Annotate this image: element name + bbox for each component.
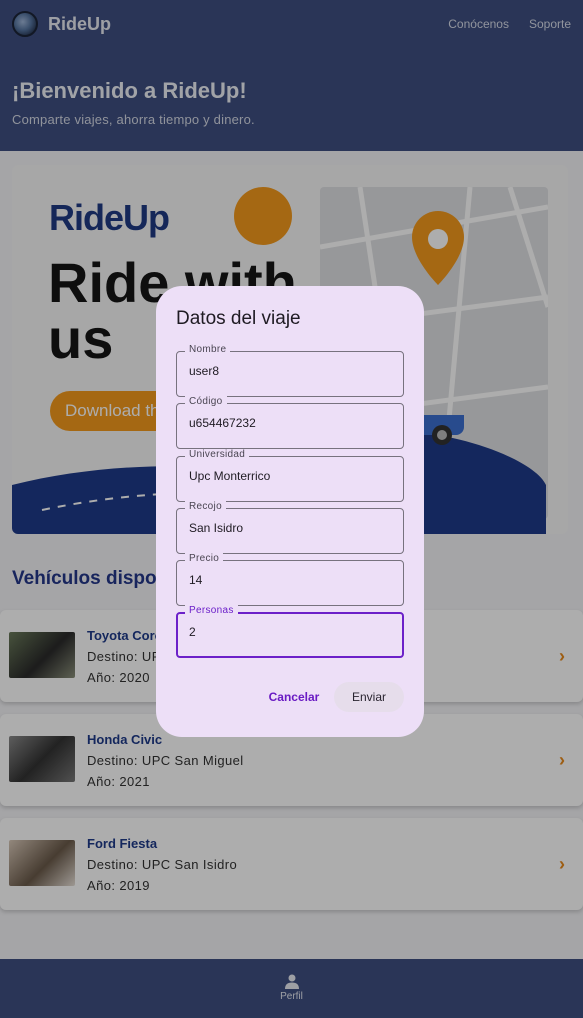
cancel-button[interactable]: Cancelar [264, 682, 324, 712]
code-field[interactable]: Código [176, 396, 404, 449]
send-button[interactable]: Enviar [334, 682, 404, 712]
price-input[interactable] [189, 573, 389, 587]
field-label: Recojo [185, 501, 226, 512]
people-input[interactable] [189, 625, 389, 639]
name-field[interactable]: Nombre [176, 344, 404, 397]
field-label: Universidad [185, 449, 250, 460]
field-label: Precio [185, 553, 224, 564]
field-label: Código [185, 396, 227, 407]
code-input[interactable] [189, 416, 389, 430]
name-input[interactable] [189, 364, 389, 378]
field-label: Personas [185, 605, 238, 616]
people-field[interactable]: Personas [176, 605, 404, 658]
university-field[interactable]: Universidad [176, 449, 404, 502]
price-field[interactable]: Precio [176, 553, 404, 606]
pickup-input[interactable] [189, 521, 389, 535]
pickup-field[interactable]: Recojo [176, 501, 404, 554]
dialog-title: Datos del viaje [176, 308, 301, 329]
field-label: Nombre [185, 344, 231, 355]
university-input[interactable] [189, 469, 389, 483]
trip-details-dialog: Datos del viaje Nombre Código Universida… [156, 286, 424, 737]
